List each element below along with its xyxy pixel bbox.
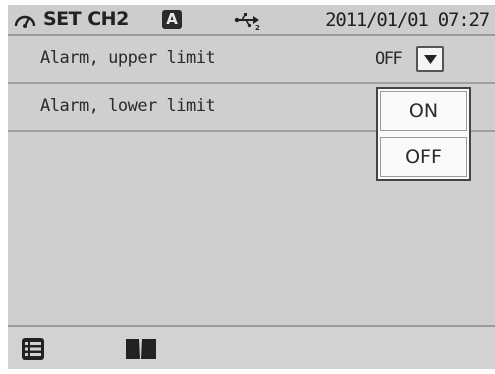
option-off[interactable]: OFF (380, 137, 467, 177)
option-on[interactable]: ON (380, 91, 467, 131)
setting-label: Alarm, upper limit (40, 48, 216, 68)
status-bar: SET CH2 A 2 2011/01/01 07:27 (8, 5, 495, 36)
device-screen: SET CH2 A 2 2011/01/01 07:27 Alarm, uppe… (8, 5, 495, 369)
svg-text:2: 2 (255, 24, 260, 31)
list-icon[interactable] (22, 338, 44, 360)
option-popup: ON OFF (376, 87, 471, 181)
mode-badge: A (162, 10, 182, 29)
setting-label: Alarm, lower limit (40, 96, 216, 116)
dropdown-button[interactable] (416, 46, 444, 72)
gauge-icon (14, 15, 36, 28)
usb-icon: 2 (234, 13, 260, 31)
bottom-bar (8, 325, 495, 369)
setting-value: OFF (375, 49, 403, 69)
setting-row-upper-limit[interactable]: Alarm, upper limit OFF (8, 36, 495, 84)
page-title: SET CH2 (43, 8, 129, 30)
book-icon[interactable] (125, 338, 157, 360)
datetime: 2011/01/01 07:27 (325, 9, 490, 31)
chevron-down-icon (424, 55, 437, 64)
